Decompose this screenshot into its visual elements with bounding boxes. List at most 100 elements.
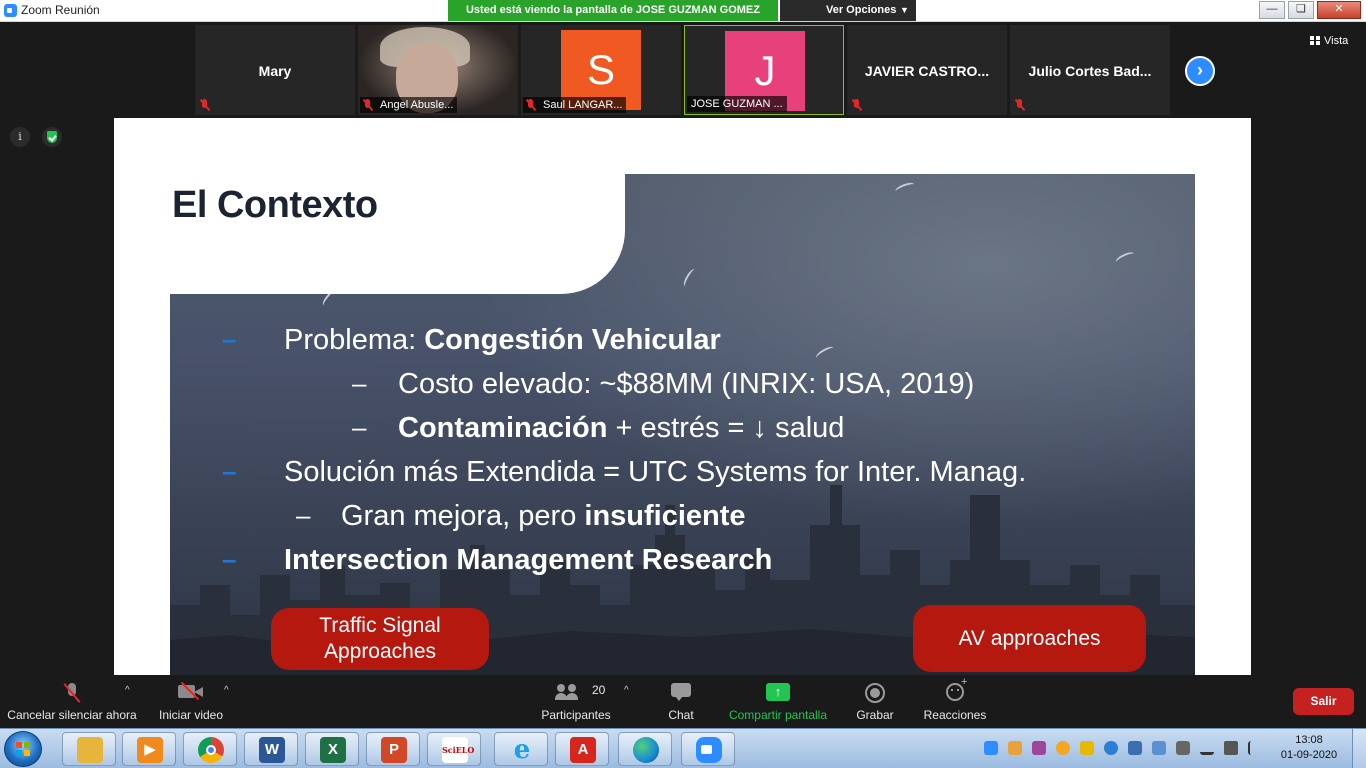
participant-gallery: Mary Angel Abusle... S Saul LANGAR... J … xyxy=(0,22,1366,118)
meeting-info-icon[interactable]: i xyxy=(10,127,30,147)
bullet-marker: – xyxy=(222,324,237,354)
participant-tile-saul[interactable]: S Saul LANGAR... xyxy=(521,25,681,115)
dropbox-icon[interactable] xyxy=(1128,741,1142,755)
internet-explorer-icon[interactable]: e xyxy=(494,732,548,766)
close-button[interactable]: ✕ xyxy=(1317,1,1361,19)
taskbar-clock[interactable]: 13:08 01-09-2020 xyxy=(1276,733,1342,763)
video-off-icon xyxy=(178,683,204,699)
view-label: Vista xyxy=(1324,35,1349,47)
usb-tray-icon[interactable] xyxy=(1176,741,1190,755)
window-titlebar: Zoom Reunión Usted está viendo la pantal… xyxy=(0,0,1366,22)
chrome-icon[interactable] xyxy=(183,732,237,766)
record-button[interactable]: Grabar xyxy=(848,675,902,728)
network-tray-icon[interactable] xyxy=(1104,741,1118,755)
file-explorer-icon[interactable] xyxy=(62,732,116,766)
start-button[interactable] xyxy=(4,731,42,767)
security-tray-icon[interactable] xyxy=(1080,741,1094,755)
app-tray-icon[interactable] xyxy=(1032,741,1046,755)
word-icon[interactable]: W xyxy=(244,732,298,766)
mic-muted-icon xyxy=(1014,99,1026,111)
windows-taskbar: ▶ W X P SciELO e A 13:08 01-09-2020 xyxy=(0,728,1366,768)
mute-button[interactable]: Cancelar silenciar ahora xyxy=(6,675,138,728)
zoom-icon[interactable] xyxy=(681,732,735,766)
chat-button[interactable]: Chat xyxy=(654,675,708,728)
bullet-line-3: Contaminación + estrés = ↓ salud xyxy=(398,412,845,444)
bullet-line-2: Costo elevado: ~$88MM (INRIX: USA, 2019) xyxy=(398,368,975,400)
share-screen-icon: ↑ xyxy=(766,683,790,701)
view-layout-button[interactable]: Vista xyxy=(1310,35,1348,47)
participant-tile-javier[interactable]: JAVIER CASTRO... xyxy=(847,25,1007,115)
reactions-button[interactable]: Reacciones xyxy=(920,675,990,728)
bullet-marker: – xyxy=(222,544,237,574)
zoom-tray-icon[interactable] xyxy=(984,741,998,755)
clock-date: 01-09-2020 xyxy=(1280,749,1338,761)
mic-muted-icon xyxy=(525,99,537,111)
participant-tile-julio[interactable]: Julio Cortes Bad... xyxy=(1010,25,1170,115)
app-tray-icon[interactable] xyxy=(1008,741,1022,755)
participants-options-caret[interactable]: ^ xyxy=(624,685,629,696)
start-video-button[interactable]: Iniciar video xyxy=(150,675,232,728)
bird-shape xyxy=(814,344,836,362)
shared-screen-slide: El Contexto – Problema: Congestión Vehic… xyxy=(114,118,1251,675)
bullet-line-4: Solución más Extendida = UTC Systems for… xyxy=(284,456,1027,488)
acrobat-icon[interactable]: A xyxy=(555,732,609,766)
view-options-dropdown[interactable]: Ver Opciones ▼ xyxy=(780,0,916,21)
mic-muted-icon xyxy=(199,99,211,111)
microphone-muted-icon xyxy=(65,683,79,703)
bullet-line-5: Gran mejora, pero insuficiente xyxy=(341,500,746,532)
maximize-button[interactable]: ❏ xyxy=(1288,1,1314,19)
reactions-label: Reacciones xyxy=(923,708,987,722)
signal-bars-icon[interactable] xyxy=(1200,741,1214,755)
share-screen-button[interactable]: ↑ Compartir pantalla xyxy=(724,675,832,728)
bird-shape xyxy=(894,180,916,196)
sub-bullet-marker: – xyxy=(296,500,311,530)
security-shield-icon[interactable] xyxy=(42,127,62,147)
participant-tile-jose[interactable]: J JOSE GUZMAN ... xyxy=(684,25,844,115)
powerpoint-icon[interactable]: P xyxy=(366,732,420,766)
slide-title: El Contexto xyxy=(172,184,378,226)
leave-meeting-button[interactable]: Salir xyxy=(1293,688,1354,715)
app-tray-icon[interactable] xyxy=(1152,741,1166,755)
participants-count: 20 xyxy=(592,683,606,697)
participant-tile-mary[interactable]: Mary xyxy=(195,25,355,115)
traffic-signal-approaches-box: Traffic Signal Approaches xyxy=(271,608,489,670)
reactions-icon xyxy=(946,676,967,701)
app-tray-icon[interactable] xyxy=(1056,741,1070,755)
show-desktop-button[interactable] xyxy=(1352,729,1366,768)
minimize-button[interactable]: — xyxy=(1259,1,1285,19)
audio-options-caret[interactable]: ^ xyxy=(125,685,130,696)
participant-name: Julio Cortes Bad... xyxy=(1028,63,1152,79)
action-center-flag-icon[interactable] xyxy=(1248,741,1262,755)
bullet-marker: – xyxy=(222,456,237,486)
bird-shape xyxy=(681,267,699,289)
edge-icon[interactable] xyxy=(618,732,672,766)
view-options-label: Ver Opciones xyxy=(826,4,897,16)
volume-icon[interactable] xyxy=(1224,741,1238,755)
media-player-icon[interactable]: ▶ xyxy=(122,732,176,766)
chevron-down-icon: ▼ xyxy=(900,5,909,15)
participant-tile-angel[interactable]: Angel Abusle... xyxy=(358,25,518,115)
participant-name: JAVIER CASTRO... xyxy=(864,63,990,79)
sub-bullet-marker: – xyxy=(352,412,367,442)
window-title: Zoom Reunión xyxy=(21,3,100,17)
bullet-line-1: Problema: Congestión Vehicular xyxy=(284,324,721,356)
next-page-arrow-icon[interactable]: › xyxy=(1185,56,1215,86)
mic-muted-icon xyxy=(851,99,863,111)
bullet-line-6: Intersection Management Research xyxy=(284,544,773,576)
mute-label: Cancelar silenciar ahora xyxy=(7,708,137,722)
clock-time: 13:08 xyxy=(1295,734,1323,746)
chat-icon xyxy=(671,683,691,701)
participants-icon xyxy=(555,683,581,701)
participants-button[interactable]: 20 Participantes xyxy=(536,675,616,728)
mic-muted-icon xyxy=(362,99,374,111)
scielo-icon[interactable]: SciELO xyxy=(427,732,481,766)
grid-icon xyxy=(1310,36,1320,45)
sub-bullet-marker: – xyxy=(352,368,367,398)
record-label: Grabar xyxy=(856,708,894,722)
zoom-app-icon xyxy=(4,4,17,17)
av-approaches-box: AV approaches xyxy=(913,605,1146,672)
bird-shape xyxy=(1114,250,1136,266)
video-options-caret[interactable]: ^ xyxy=(224,685,229,696)
excel-icon[interactable]: X xyxy=(305,732,359,766)
participant-label: JOSE GUZMAN ... xyxy=(687,96,787,112)
